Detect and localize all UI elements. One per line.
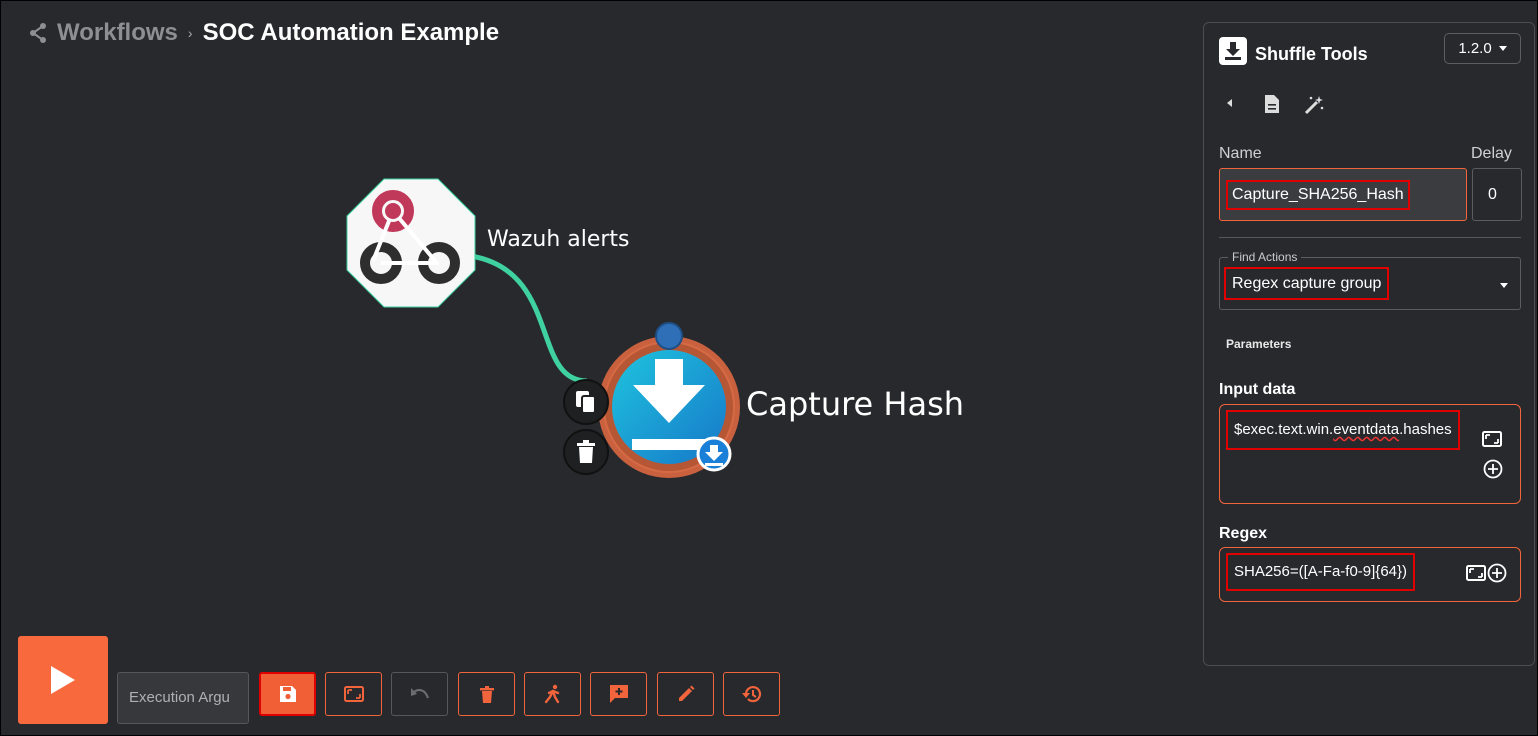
expand-editor-button[interactable] (1465, 562, 1487, 584)
action-node-label[interactable]: Capture Hash (746, 385, 964, 423)
breadcrumb-workflows-link[interactable]: Workflows (57, 19, 178, 47)
input-data-suffix: .hashes (1399, 421, 1452, 438)
input-data-field[interactable]: $exec.text.win.eventdata.hashes (1219, 404, 1521, 504)
save-icon (279, 686, 296, 702)
execution-argument-input[interactable]: Execution Argu (117, 672, 249, 724)
expand-editor-button[interactable] (1481, 428, 1503, 450)
edit-workflow-button[interactable] (657, 672, 714, 716)
input-data-label: Input data (1219, 381, 1296, 398)
workflow-edge (470, 253, 588, 384)
workflow-editor: Wazuh alerts Capture Hash Workflows › SO… (1, 1, 1537, 735)
history-icon (741, 686, 761, 703)
page-title: SOC Automation Example (202, 19, 500, 46)
trash-icon (577, 440, 595, 463)
divider (1219, 237, 1521, 238)
undo-button[interactable] (391, 672, 448, 716)
pencil-icon (678, 685, 694, 701)
undo-icon (410, 688, 429, 699)
name-label: Name (1219, 145, 1262, 162)
fit-screen-icon (343, 686, 364, 702)
input-data-value: $exec.text.win.eventdata.hashes (1226, 410, 1460, 450)
app-icon (1219, 37, 1247, 65)
run-step-button[interactable] (524, 672, 581, 716)
find-actions-select[interactable]: Find Actions Regex capture group (1219, 250, 1521, 310)
trash-icon (479, 685, 494, 703)
version-select[interactable]: 1.2.0 (1444, 33, 1521, 64)
document-icon (1265, 95, 1279, 113)
trigger-node-label[interactable]: Wazuh alerts (487, 227, 630, 252)
regex-value: SHA256=([A-Fa-f0-9]{64}) (1226, 553, 1416, 591)
auto-fill-button[interactable] (1302, 93, 1326, 117)
canvas-graph (346, 178, 740, 478)
running-person-icon (544, 684, 559, 704)
workflow-canvas[interactable]: Wazuh alerts Capture Hash (1, 1, 1201, 631)
workflow-icon (30, 23, 46, 43)
caret-left-icon (1227, 99, 1232, 107)
delay-label: Delay (1471, 145, 1512, 162)
add-variable-button[interactable] (1482, 458, 1504, 480)
expand-icon (1482, 431, 1502, 447)
expand-icon (1466, 565, 1486, 581)
selected-action: Regex capture group (1224, 267, 1390, 300)
regex-field[interactable]: SHA256=([A-Fa-f0-9]{64}) (1219, 547, 1521, 602)
capture-hash-node-icon (598, 322, 740, 478)
chevron-down-icon (1500, 283, 1508, 288)
duplicate-node-button[interactable] (563, 379, 609, 425)
action-config-panel: Shuffle Tools 1.2.0 Name Delay Capture_S… (1203, 22, 1535, 666)
play-icon (51, 666, 75, 694)
back-button[interactable] (1222, 93, 1238, 113)
delete-selected-button[interactable] (458, 672, 515, 716)
breadcrumb-separator: › (187, 25, 193, 41)
revision-history-button[interactable] (723, 672, 780, 716)
copy-icon (576, 391, 596, 414)
fit-view-button[interactable] (325, 672, 382, 716)
breadcrumb: Workflows › SOC Automation Example (27, 19, 499, 47)
documentation-button[interactable] (1262, 93, 1282, 115)
add-variable-button[interactable] (1486, 562, 1508, 584)
save-button[interactable] (259, 672, 316, 716)
action-name-value: Capture_SHA256_Hash (1226, 180, 1410, 210)
parameters-heading: Parameters (1226, 337, 1292, 351)
find-actions-label: Find Actions (1228, 250, 1302, 264)
delay-field[interactable]: 0 (1472, 168, 1522, 221)
delete-node-button[interactable] (563, 429, 609, 475)
input-data-misspelled: eventdata (1333, 421, 1400, 438)
magic-wand-icon (1304, 96, 1324, 115)
plus-circle-icon (1483, 459, 1503, 479)
run-workflow-button[interactable] (18, 636, 108, 724)
app-name: Shuffle Tools (1255, 44, 1368, 64)
add-comment-button[interactable] (590, 672, 647, 716)
add-comment-icon (609, 685, 628, 703)
download-icon (1225, 42, 1241, 60)
version-value: 1.2.0 (1458, 40, 1492, 57)
chevron-down-icon (1498, 46, 1507, 51)
input-data-prefix: $exec.text.win. (1234, 421, 1334, 438)
plus-circle-icon (1487, 563, 1507, 583)
regex-label: Regex (1219, 525, 1268, 542)
webhook-node-icon (346, 178, 476, 308)
action-name-field[interactable]: Capture_SHA256_Hash (1219, 168, 1467, 221)
